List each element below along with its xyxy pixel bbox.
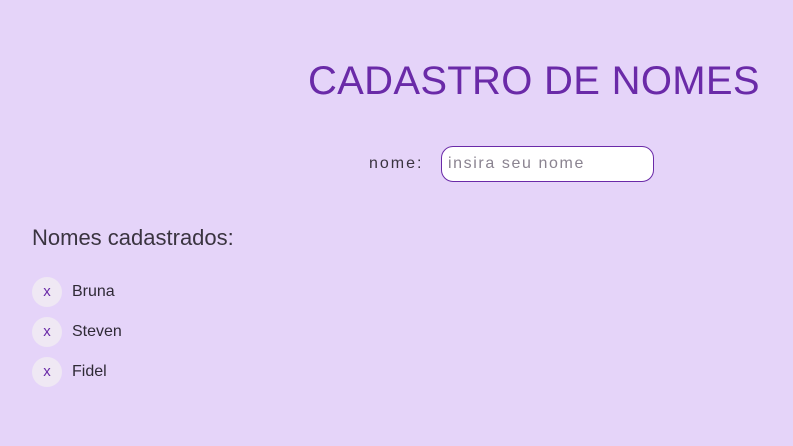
list-item-name: Bruna (72, 283, 115, 300)
registered-names-heading: Nomes cadastrados: (32, 225, 234, 250)
remove-button[interactable]: x (32, 317, 62, 347)
page-title: CADASTRO DE NOMES (308, 59, 760, 103)
remove-button[interactable]: x (32, 357, 62, 387)
name-label: nome: (369, 155, 424, 172)
registered-names-list: x Bruna x Steven x Fidel (32, 277, 122, 397)
list-item: x Fidel (32, 357, 122, 387)
list-item-name: Fidel (72, 363, 107, 380)
list-item: x Bruna (32, 277, 122, 307)
list-item: x Steven (32, 317, 122, 347)
remove-button[interactable]: x (32, 277, 62, 307)
name-input[interactable] (441, 146, 654, 182)
list-item-name: Steven (72, 323, 122, 340)
